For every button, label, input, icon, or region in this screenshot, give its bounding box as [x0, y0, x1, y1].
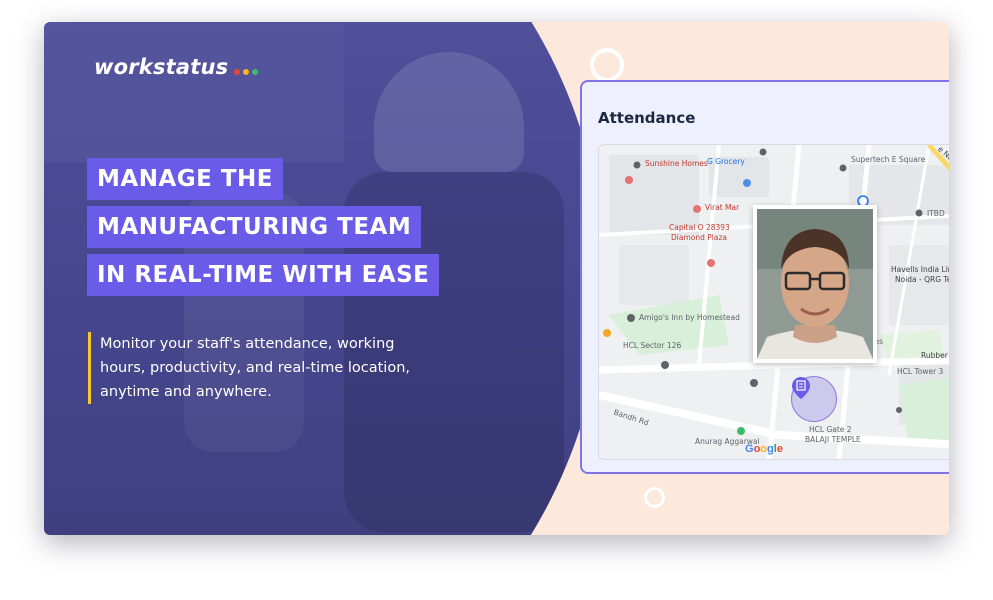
- attendance-panel: Attendance Sunshine Homes G Grocery Supe…: [580, 80, 949, 474]
- headline-line-1: MANAGE THE: [87, 158, 283, 200]
- brand-dot-green: [252, 69, 259, 75]
- map-label-noida-qrg: Noida - QRG Te: [895, 275, 949, 284]
- hard-hat-shape: [374, 52, 524, 172]
- google-letter: G: [745, 443, 754, 455]
- decorative-ring-small-icon: [644, 487, 665, 508]
- map-label-supertech: Supertech E Square: [851, 155, 926, 164]
- employee-photo-frame[interactable]: [753, 205, 877, 363]
- google-attribution-text: Google: [745, 443, 783, 455]
- decorative-ring-icon: [590, 48, 624, 82]
- map-label-hcl-sector-126: HCL Sector 126: [623, 341, 682, 350]
- description: Monitor your staff's attendance, working…: [88, 332, 428, 404]
- building-pin-icon: [792, 377, 810, 399]
- promo-card: workstatus MANAGE THE MANUFACTURING TEAM…: [44, 22, 949, 535]
- map-label-hcl-gate-2: HCL Gate 2: [809, 425, 852, 434]
- map-label-itbd: ITBD: [927, 209, 945, 218]
- map-label-g-grocery: G Grocery: [707, 157, 745, 166]
- map-label-havells: Havells India Lim: [891, 265, 949, 274]
- headline-line-2: MANUFACTURING TEAM: [87, 206, 422, 248]
- map-label-capital-o: Capital O 28393: [669, 223, 730, 232]
- map-label-hcl-tower-3: HCL Tower 3: [897, 367, 944, 376]
- map-label-sunshine-homes: Sunshine Homes: [645, 159, 708, 168]
- map-label-amigos-inn: Amigo's Inn by Homestead: [639, 313, 740, 322]
- attendance-map[interactable]: Sunshine Homes G Grocery Supertech E Squ…: [598, 144, 949, 460]
- map-label-rubber: Rubber: [921, 351, 948, 360]
- description-line-2: hours, productivity, and real-time locat…: [100, 360, 410, 376]
- brand-dots-icon: [234, 69, 259, 75]
- map-label-virat-mart: Virat Mar: [705, 203, 740, 212]
- google-letter: e: [776, 443, 783, 455]
- employee-avatar-icon: [757, 209, 873, 359]
- headline: MANAGE THE MANUFACTURING TEAM IN REAL-TI…: [87, 158, 440, 302]
- brand-name: workstatus: [94, 55, 229, 79]
- employee-photo: [757, 209, 873, 359]
- description-line-3: anytime and anywhere.: [100, 384, 272, 400]
- map-label-balaji-temple: BALAJI TEMPLE: [805, 435, 861, 444]
- description-line-1: Monitor your staff's attendance, working: [100, 336, 395, 352]
- location-pin-marker[interactable]: [791, 376, 837, 422]
- google-letter: g: [767, 443, 774, 455]
- brand-dot-yellow: [243, 69, 250, 75]
- page-background: workstatus MANAGE THE MANUFACTURING TEAM…: [0, 0, 993, 600]
- headline-line-3: IN REAL-TIME WITH EASE: [87, 254, 440, 296]
- brand-logo[interactable]: workstatus: [94, 55, 259, 79]
- map-label-diamond-plaza: Diamond Plaza: [671, 233, 727, 242]
- google-attribution: Google: [745, 443, 783, 455]
- attendance-title: Attendance: [598, 109, 696, 127]
- brand-dot-red: [234, 69, 241, 75]
- background-photo-overlay: [44, 22, 344, 162]
